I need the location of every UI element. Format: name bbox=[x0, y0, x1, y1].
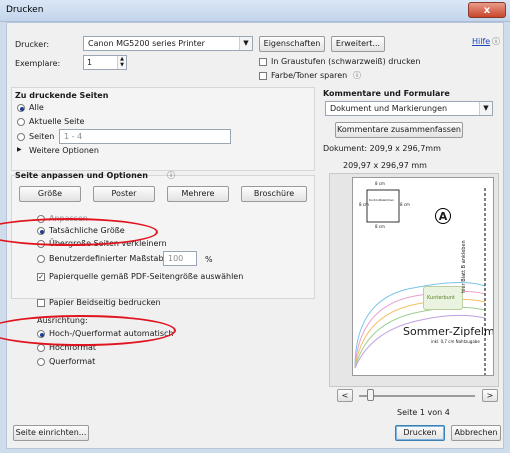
copies-stepper[interactable]: 1 ▲ ▼ bbox=[83, 55, 127, 70]
page-setup-button[interactable]: Seite einrichten... bbox=[13, 425, 89, 441]
close-icon: x bbox=[483, 5, 491, 16]
grayscale-label: In Graustufen (schwarzweiß) drucken bbox=[271, 57, 421, 66]
info-icon[interactable]: ⓘ bbox=[353, 70, 361, 81]
pages-all-label: Alle bbox=[29, 103, 44, 112]
expand-arrow-icon[interactable]: ▶ bbox=[17, 146, 22, 153]
next-page-button[interactable]: > bbox=[482, 389, 498, 402]
printer-select[interactable]: Canon MG5200 series Printer ▼ bbox=[83, 36, 253, 51]
help-icon[interactable]: ⓘ bbox=[492, 36, 500, 47]
advanced-button[interactable]: Erweitert... bbox=[331, 36, 385, 52]
close-button[interactable]: x bbox=[468, 2, 506, 18]
percent-label: % bbox=[205, 255, 213, 264]
measure-side-right: 8 cm bbox=[400, 202, 410, 207]
box-label: Kontrollkästchen bbox=[369, 198, 394, 202]
pages-range-label: Seiten bbox=[29, 132, 55, 141]
paper-source-checkbox[interactable]: ✓ bbox=[37, 273, 45, 281]
save-ink-label: Farbe/Toner sparen bbox=[271, 71, 348, 80]
custom-scale-label: Benutzerdefinierter Maßstab: bbox=[49, 254, 167, 263]
grayscale-checkbox[interactable] bbox=[259, 58, 267, 66]
measure-bottom: 8 cm bbox=[375, 224, 385, 229]
sizing-info-icon[interactable]: ⓘ bbox=[167, 170, 175, 181]
properties-button[interactable]: Eigenschaften bbox=[259, 36, 325, 52]
duplex-label: Papier Beidseitig bedrucken bbox=[49, 298, 161, 307]
help-link[interactable]: Hilfe bbox=[472, 37, 490, 46]
summarize-comments-button[interactable]: Kommentare zusammenfassen bbox=[335, 122, 463, 138]
prev-page-button[interactable]: < bbox=[337, 389, 353, 402]
stepper-arrows-icon[interactable]: ▲ ▼ bbox=[117, 56, 126, 69]
measure-side: 8 cm bbox=[359, 202, 369, 207]
custom-scale-radio[interactable] bbox=[37, 255, 45, 263]
pages-current-label: Aktuelle Seite bbox=[29, 117, 85, 126]
comments-value: Dokument und Markierungen bbox=[330, 104, 448, 113]
paper-source-label: Papierquelle gemäß PDF-Seitengröße auswä… bbox=[49, 272, 244, 281]
comments-heading: Kommentare und Formulare bbox=[323, 89, 450, 98]
circle-letter: A bbox=[435, 208, 451, 224]
printer-value: Canon MG5200 series Printer bbox=[88, 39, 205, 48]
printer-label: Drucker: bbox=[15, 40, 50, 49]
more-options-link[interactable]: Weitere Optionen bbox=[29, 146, 99, 155]
page-status: Seite 1 von 4 bbox=[397, 408, 450, 417]
save-ink-checkbox[interactable] bbox=[259, 72, 267, 80]
chevron-down-icon: ▼ bbox=[239, 37, 252, 50]
pages-current-radio[interactable] bbox=[17, 118, 25, 126]
pages-range-radio[interactable] bbox=[17, 133, 25, 141]
orientation-landscape-label: Querformat bbox=[49, 357, 96, 366]
preview-size-label: 209,97 x 296,97 mm bbox=[343, 161, 427, 170]
print-button[interactable]: Drucken bbox=[395, 425, 445, 441]
side-text: hier Blatt B ankleben bbox=[461, 240, 467, 293]
chevron-down-icon: ▼ bbox=[479, 102, 492, 115]
window-title: Drucken bbox=[6, 5, 44, 15]
orientation-landscape-radio[interactable] bbox=[37, 358, 45, 366]
custom-scale-input[interactable]: 100 bbox=[163, 251, 197, 266]
page-slider-thumb[interactable] bbox=[367, 389, 374, 401]
pages-heading: Zu druckende Seiten bbox=[15, 91, 109, 100]
logo-image: Kunterbunt bbox=[423, 286, 463, 310]
document-size-label: Dokument: 209,9 x 296,7mm bbox=[323, 144, 441, 153]
tab-multiple[interactable]: Mehrere bbox=[167, 186, 229, 202]
tab-booklet[interactable]: Broschüre bbox=[241, 186, 307, 202]
pattern-curves bbox=[354, 188, 486, 375]
logo-text: Kunterbunt bbox=[427, 295, 455, 301]
sizing-heading: Seite anpassen und Optionen bbox=[15, 171, 148, 180]
preview-page: 8 cm 8 cm 8 cm 8 cm Kontrollkästchen A K… bbox=[352, 177, 494, 376]
pages-range-value: 1 - 4 bbox=[64, 132, 83, 141]
pattern-title: Sommer-Zipfelmüt bbox=[403, 325, 494, 338]
copies-label: Exemplare: bbox=[15, 59, 61, 68]
orientation-portrait-radio[interactable] bbox=[37, 344, 45, 352]
pages-all-radio[interactable] bbox=[17, 104, 25, 112]
copies-value: 1 bbox=[87, 58, 93, 67]
tab-poster[interactable]: Poster bbox=[93, 186, 155, 202]
pages-range-input[interactable]: 1 - 4 bbox=[59, 129, 231, 144]
measure-top: 8 cm bbox=[375, 181, 385, 186]
page-slider[interactable] bbox=[359, 395, 475, 397]
title-bar: Drucken x bbox=[0, 0, 510, 22]
pattern-subtitle: inkl. 0,7 cm Nahtzugabe bbox=[431, 339, 480, 344]
duplex-checkbox[interactable] bbox=[37, 299, 45, 307]
cancel-button[interactable]: Abbrechen bbox=[451, 425, 501, 441]
tab-size[interactable]: Größe bbox=[19, 186, 81, 202]
comments-select[interactable]: Dokument und Markierungen ▼ bbox=[325, 101, 493, 116]
custom-scale-value: 100 bbox=[168, 254, 184, 263]
